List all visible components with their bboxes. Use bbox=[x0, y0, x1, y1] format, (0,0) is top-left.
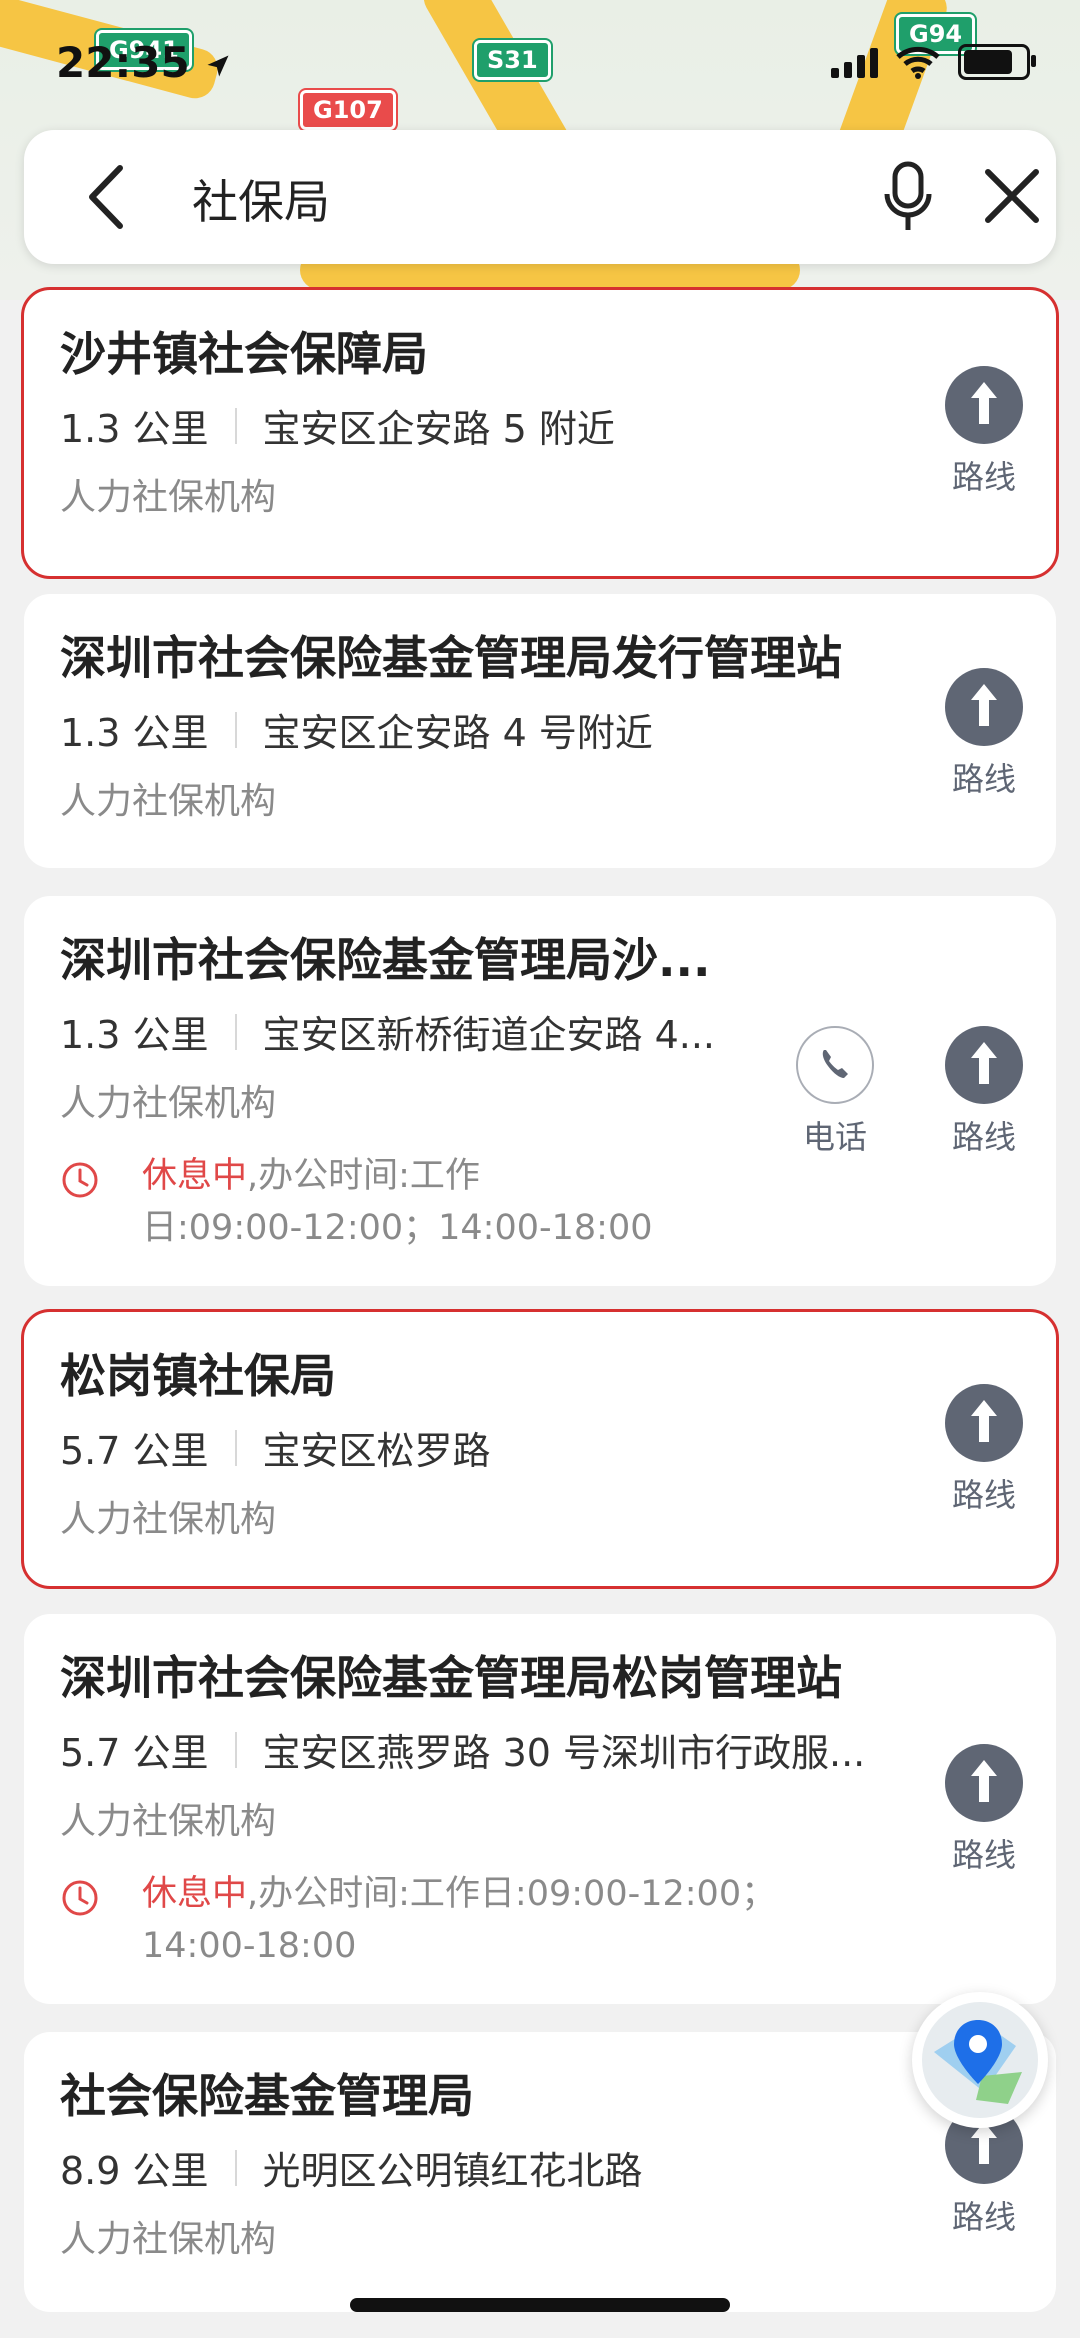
address-text: 宝安区新桥街道企安路 4... bbox=[262, 1013, 716, 1057]
cellular-signal-icon bbox=[831, 46, 878, 78]
clear-search-button[interactable] bbox=[982, 166, 1042, 226]
distance-text: 1.3 公里 bbox=[60, 1013, 209, 1057]
place-title: 深圳市社会保险基金管理局发行管理站 bbox=[60, 631, 842, 685]
address-text: 宝安区企安路 4 号附近 bbox=[262, 711, 653, 755]
time-text: 22:35 bbox=[56, 38, 190, 87]
place-meta: 8.9 公里 光明区公明镇红花北路 bbox=[60, 2140, 643, 2195]
route-button[interactable]: 路线 bbox=[934, 1744, 1034, 1876]
route-label: 路线 bbox=[951, 760, 1016, 798]
route-button[interactable]: 路线 bbox=[934, 668, 1034, 800]
search-bar: 社保局 bbox=[24, 130, 1056, 264]
route-button[interactable]: 路线 bbox=[934, 366, 1034, 498]
distance-text: 5.7 公里 bbox=[60, 1731, 209, 1775]
route-label: 路线 bbox=[951, 1836, 1016, 1874]
microphone-icon bbox=[884, 161, 932, 230]
route-icon bbox=[945, 366, 1023, 444]
status-icons bbox=[831, 44, 1036, 80]
phone-button[interactable]: 电话 bbox=[780, 1026, 890, 1158]
route-icon bbox=[945, 1744, 1023, 1822]
result-card[interactable]: 松岗镇社保局 5.7 公里 宝安区松罗路 人力社保机构 路线 bbox=[21, 1309, 1059, 1589]
result-card[interactable]: 沙井镇社会保障局 1.3 公里 宝安区企安路 5 附近 人力社保机构 路线 bbox=[21, 287, 1059, 579]
divider bbox=[234, 711, 237, 748]
status-time: 22:35 bbox=[56, 38, 232, 87]
place-title: 社会保险基金管理局 bbox=[60, 2069, 474, 2123]
distance-text: 5.7 公里 bbox=[60, 1429, 209, 1473]
address-text: 宝安区燕罗路 30 号深圳市行政服... bbox=[262, 1731, 866, 1775]
route-icon bbox=[945, 1384, 1023, 1462]
divider bbox=[234, 1731, 237, 1768]
voice-search-button[interactable] bbox=[882, 160, 934, 234]
result-card[interactable]: 深圳市社会保险基金管理局沙... 1.3 公里 宝安区新桥街道企安路 4... … bbox=[24, 896, 1056, 1286]
address-text: 宝安区松罗路 bbox=[262, 1429, 491, 1473]
address-text: 光明区公明镇红花北路 bbox=[262, 2149, 643, 2193]
route-label: 路线 bbox=[951, 2198, 1016, 2236]
category-text: 人力社保机构 bbox=[60, 2219, 277, 2260]
distance-text: 1.3 公里 bbox=[60, 407, 209, 451]
category-text: 人力社保机构 bbox=[60, 1801, 277, 1842]
status-bar: 22:35 bbox=[0, 30, 1080, 100]
opening-hours: 休息中,办公时间:工作日:09:00-12:00； 14:00-18:00 bbox=[60, 1868, 776, 1972]
divider bbox=[234, 1429, 237, 1466]
clock-icon bbox=[62, 1880, 98, 1916]
place-meta: 1.3 公里 宝安区新桥街道企安路 4... bbox=[60, 1004, 715, 1059]
rest-status: 休息中 bbox=[142, 1156, 248, 1196]
place-title: 深圳市社会保险基金管理局沙... bbox=[60, 933, 711, 987]
opening-hours: 休息中,办公时间:工作 日:09:00-12:00；14:00-18:00 bbox=[60, 1150, 653, 1254]
place-title: 深圳市社会保险基金管理局松岗管理站 bbox=[60, 1651, 842, 1705]
route-button[interactable]: 路线 bbox=[934, 1026, 1034, 1158]
route-label: 路线 bbox=[951, 1118, 1016, 1156]
back-button[interactable] bbox=[84, 164, 128, 230]
result-card[interactable]: 深圳市社会保险基金管理局松岗管理站 5.7 公里 宝安区燕罗路 30 号深圳市行… bbox=[24, 1614, 1056, 2004]
distance-text: 1.3 公里 bbox=[60, 711, 209, 755]
map-locate-button[interactable] bbox=[912, 1992, 1048, 2128]
route-button[interactable]: 路线 bbox=[934, 1384, 1034, 1516]
hours-line1: ,办公时间:工作日:09:00-12:00； bbox=[247, 1874, 777, 1914]
rest-status: 休息中 bbox=[142, 1874, 248, 1914]
route-icon bbox=[945, 1026, 1023, 1104]
route-icon bbox=[945, 668, 1023, 746]
distance-text: 8.9 公里 bbox=[60, 2149, 209, 2193]
wifi-icon bbox=[896, 46, 940, 79]
result-card[interactable]: 社会保险基金管理局 8.9 公里 光明区公明镇红花北路 人力社保机构 路线 bbox=[24, 2032, 1056, 2312]
category-text: 人力社保机构 bbox=[60, 1499, 277, 1540]
phone-icon bbox=[796, 1026, 874, 1104]
place-meta: 5.7 公里 宝安区松罗路 bbox=[60, 1420, 491, 1475]
route-label: 路线 bbox=[951, 458, 1016, 496]
clock-icon bbox=[62, 1162, 98, 1198]
route-label: 路线 bbox=[951, 1476, 1016, 1514]
place-meta: 5.7 公里 宝安区燕罗路 30 号深圳市行政服... bbox=[60, 1722, 865, 1777]
map-pin-icon bbox=[922, 2002, 1038, 2118]
category-text: 人力社保机构 bbox=[60, 1083, 277, 1124]
phone-label: 电话 bbox=[802, 1118, 867, 1156]
chevron-left-icon bbox=[89, 165, 123, 229]
location-arrow-icon bbox=[207, 55, 229, 76]
hours-line2: 日:09:00-12:00；14:00-18:00 bbox=[142, 1208, 653, 1248]
hours-line1: ,办公时间:工作 bbox=[247, 1156, 480, 1196]
search-input[interactable]: 社保局 bbox=[192, 166, 330, 232]
close-icon bbox=[985, 169, 1039, 223]
address-text: 宝安区企安路 5 附近 bbox=[262, 407, 615, 451]
result-card[interactable]: 深圳市社会保险基金管理局发行管理站 1.3 公里 宝安区企安路 4 号附近 人力… bbox=[24, 594, 1056, 868]
place-title: 沙井镇社会保障局 bbox=[60, 327, 428, 381]
divider bbox=[234, 2149, 237, 2186]
divider bbox=[234, 1013, 237, 1050]
category-text: 人力社保机构 bbox=[60, 477, 277, 518]
category-text: 人力社保机构 bbox=[60, 781, 277, 822]
divider bbox=[234, 407, 237, 444]
battery-icon bbox=[958, 44, 1036, 80]
place-meta: 1.3 公里 宝安区企安路 4 号附近 bbox=[60, 702, 653, 757]
hours-line2: 14:00-18:00 bbox=[142, 1926, 357, 1966]
home-indicator[interactable] bbox=[350, 2298, 730, 2312]
place-meta: 1.3 公里 宝安区企安路 5 附近 bbox=[60, 398, 615, 453]
place-title: 松岗镇社保局 bbox=[60, 1349, 336, 1403]
